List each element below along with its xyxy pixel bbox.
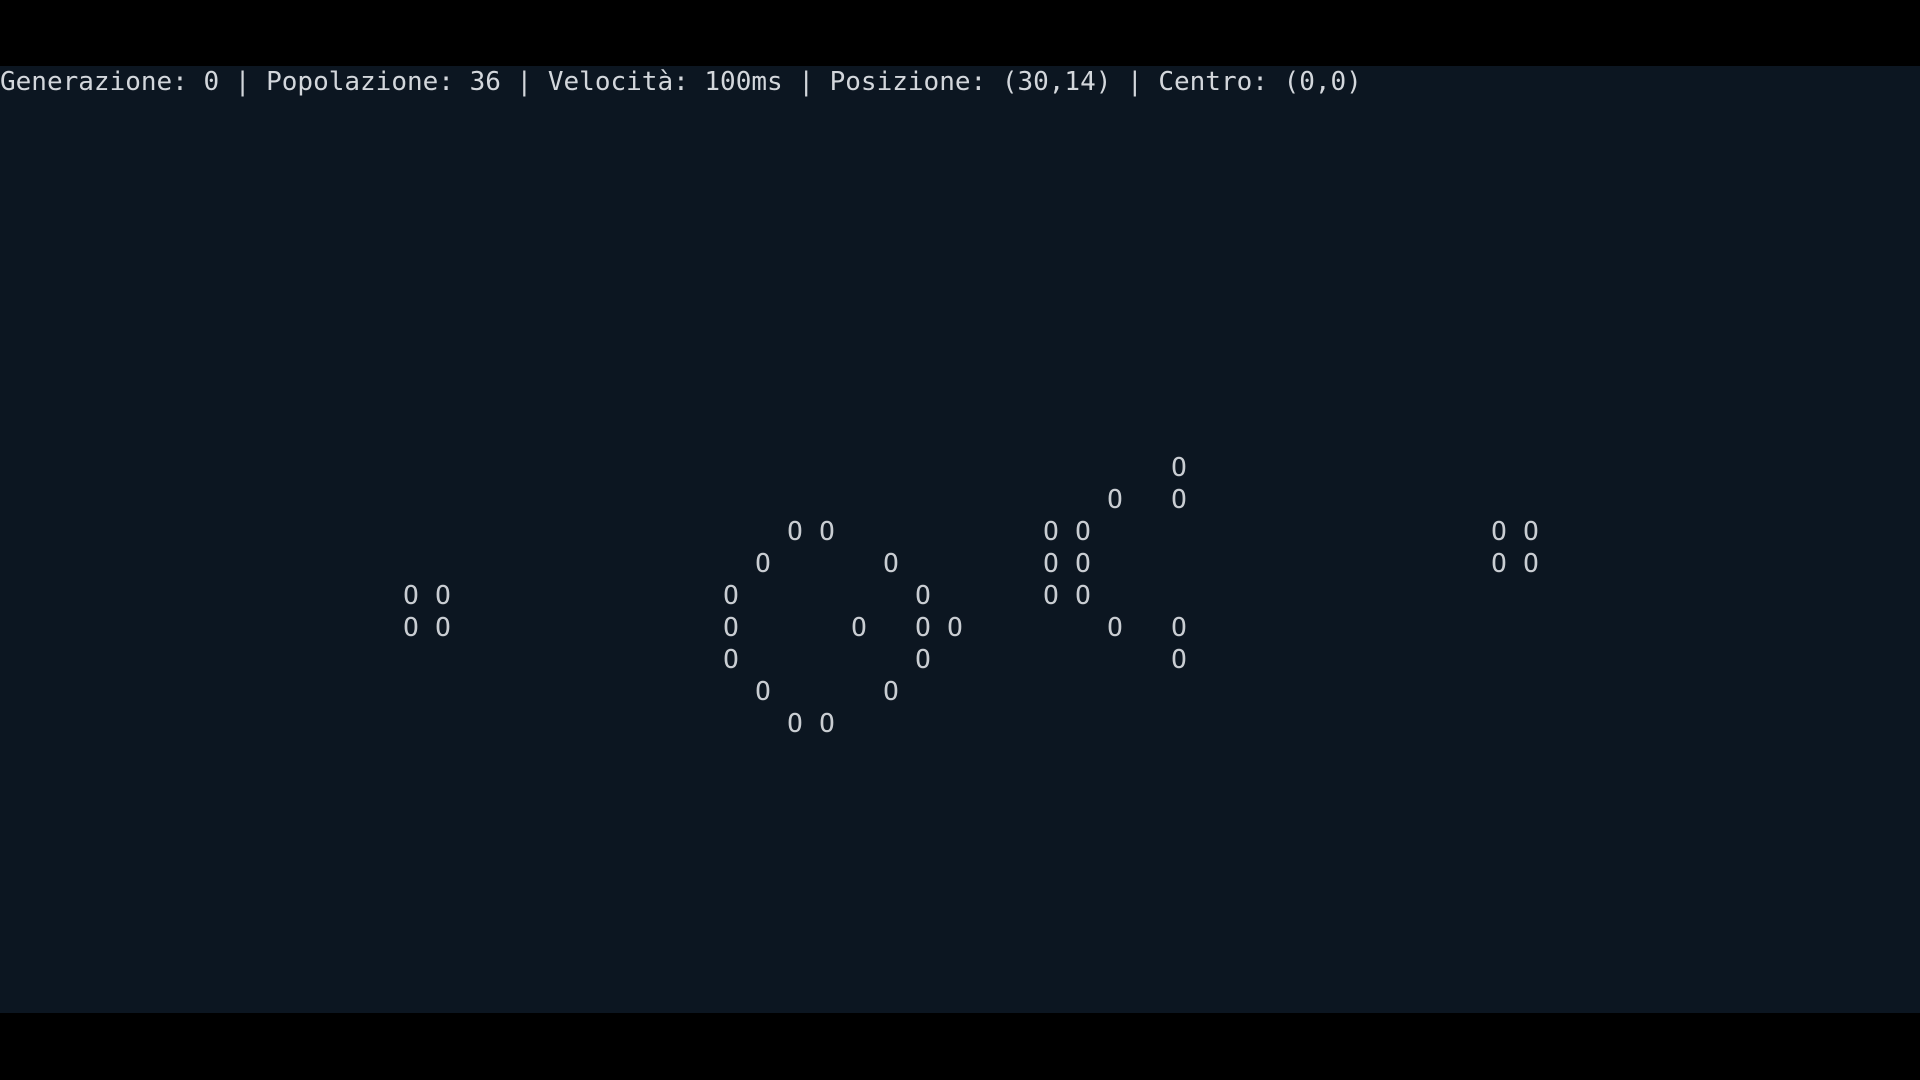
live-cell: O [435,581,451,611]
live-cell: O [1043,581,1059,611]
live-cell: O [755,549,771,579]
live-cell: O [755,677,771,707]
live-cell: O [915,613,931,643]
live-cell: O [1107,485,1123,515]
live-cell: O [787,517,803,547]
live-cell: O [1171,613,1187,643]
screen: Generazione: 0 | Popolazione: 36 | Veloc… [0,0,1920,1080]
live-cell: O [915,645,931,675]
live-cell: O [1523,549,1539,579]
live-cell: O [1043,517,1059,547]
life-grid[interactable]: OOOOOOOOOOOOOOOOOOOOOOOOOOOOOOOOOOOO [0,66,1920,1013]
live-cell: O [403,581,419,611]
live-cell: O [435,613,451,643]
live-cell: O [723,613,739,643]
live-cell: O [1171,453,1187,483]
live-cell: O [723,581,739,611]
live-cell: O [1523,517,1539,547]
live-cell: O [851,613,867,643]
live-cell: O [819,709,835,739]
live-cell: O [723,645,739,675]
live-cell: O [1171,485,1187,515]
terminal-window[interactable]: Generazione: 0 | Popolazione: 36 | Veloc… [0,66,1920,1013]
live-cell: O [1075,549,1091,579]
live-cell: O [1043,549,1059,579]
live-cell: O [883,549,899,579]
live-cell: O [1107,613,1123,643]
live-cell: O [1491,549,1507,579]
live-cell: O [1491,517,1507,547]
live-cell: O [1075,581,1091,611]
live-cell: O [787,709,803,739]
live-cell: O [1171,645,1187,675]
live-cell: O [819,517,835,547]
live-cell: O [403,613,419,643]
live-cell: O [915,581,931,611]
live-cell: O [947,613,963,643]
live-cell: O [883,677,899,707]
live-cell: O [1075,517,1091,547]
